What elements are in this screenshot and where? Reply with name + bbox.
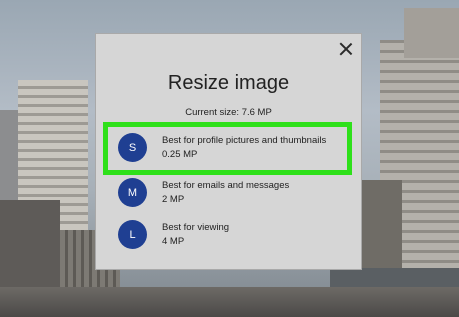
close-icon[interactable] <box>339 42 353 56</box>
size-badge-m: M <box>118 178 147 207</box>
building <box>404 8 459 58</box>
size-badge-l: L <box>118 220 147 249</box>
size-option-medium[interactable]: M Best for emails and messages 2 MP <box>118 177 350 211</box>
option-size: 2 MP <box>162 194 185 205</box>
size-option-small[interactable]: S Best for profile pictures and thumbnai… <box>118 132 350 166</box>
size-option-large[interactable]: L Best for viewing 4 MP <box>118 219 350 253</box>
option-label: Best for viewing <box>162 222 230 233</box>
option-size: 4 MP <box>162 236 185 247</box>
current-size-text: Current size: 7.6 MP <box>185 107 272 118</box>
option-label: Best for profile pictures and thumbnails <box>162 135 327 146</box>
ground <box>0 287 459 317</box>
option-size: 0.25 MP <box>162 149 198 160</box>
resize-image-dialog: Resize image Current size: 7.6 MP S Best… <box>95 33 362 270</box>
dialog-title: Resize image <box>167 72 290 94</box>
option-label: Best for emails and messages <box>162 180 290 191</box>
size-badge-s: S <box>118 133 147 162</box>
